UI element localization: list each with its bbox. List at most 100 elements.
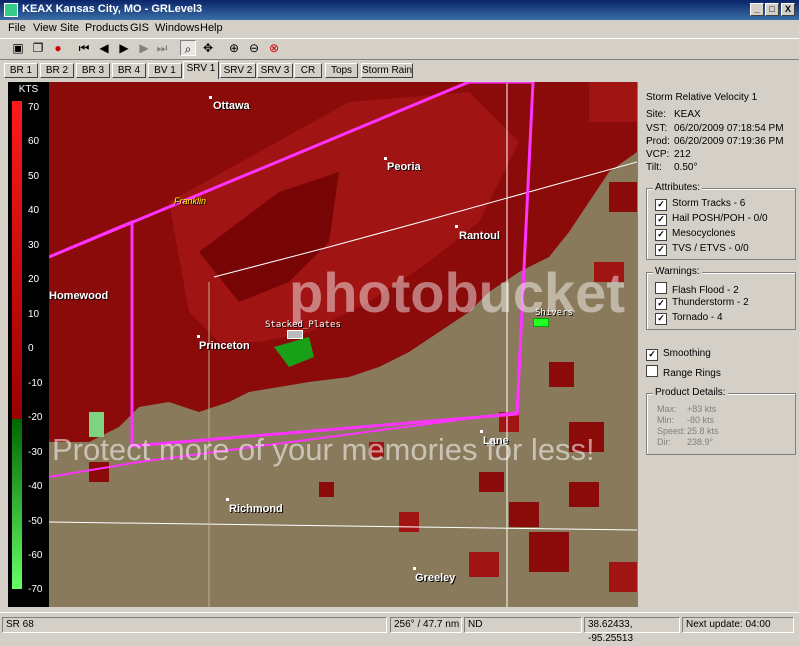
attribute-tvs[interactable]: ✓ TVS / ETVS - 0/0 bbox=[655, 243, 749, 256]
maximize-button[interactable]: □ bbox=[765, 3, 779, 16]
scale-unit: KTS bbox=[18, 84, 39, 95]
app-icon bbox=[4, 3, 18, 17]
last-frame-icon[interactable]: ⏭ bbox=[154, 40, 170, 56]
menu-view[interactable]: View bbox=[33, 22, 57, 34]
tab-tops[interactable]: Tops bbox=[325, 63, 358, 78]
play-icon[interactable]: ▶ bbox=[116, 40, 132, 56]
city-dot bbox=[384, 157, 387, 160]
close-button[interactable]: X bbox=[781, 3, 795, 16]
previous-frame-icon[interactable]: ◀ bbox=[96, 40, 112, 56]
checkbox-unchecked-icon[interactable] bbox=[646, 365, 658, 377]
tab-br2[interactable]: BR 2 bbox=[40, 63, 74, 78]
checkbox-checked-icon[interactable]: ✓ bbox=[655, 244, 667, 256]
minimize-button[interactable]: _ bbox=[750, 3, 764, 16]
tab-br1[interactable]: BR 1 bbox=[4, 63, 38, 78]
velocity-cell bbox=[569, 422, 604, 452]
velocity-echo-light-green bbox=[89, 412, 104, 437]
city-peoria: Peoria bbox=[387, 161, 421, 173]
product-panel: Storm Relative Velocity 1 Site: KEAX VST… bbox=[637, 82, 799, 607]
spotter-vehicle-icon[interactable] bbox=[533, 318, 549, 327]
details-title: Product Details: bbox=[653, 387, 728, 398]
attribute-hail[interactable]: ✓ Hail POSH/POH - 0/0 bbox=[655, 213, 768, 226]
radar-map[interactable]: Ottawa Peoria Rantoul Homewood Princeton… bbox=[49, 82, 637, 607]
open-icon[interactable]: ▣ bbox=[10, 40, 26, 56]
scale-tick: 20 bbox=[28, 274, 40, 285]
city-richmond: Richmond bbox=[229, 503, 283, 515]
tilt-value: 0.50° bbox=[674, 162, 698, 173]
scale-tick: -10 bbox=[28, 378, 43, 389]
city-dot bbox=[413, 567, 416, 570]
details-min-label: Min: bbox=[657, 415, 675, 425]
velocity-cell bbox=[509, 502, 539, 527]
menu-bar: File View Site Products GIS Windows Help bbox=[0, 20, 799, 38]
velocity-cell bbox=[479, 472, 504, 492]
velocity-cell bbox=[469, 552, 499, 577]
zoom-out-icon[interactable]: ⊖ bbox=[246, 40, 262, 56]
zoom-in-icon[interactable]: ⊕ bbox=[226, 40, 242, 56]
warning-flash-flood[interactable]: Flash Flood - 2 bbox=[655, 282, 739, 296]
record-icon[interactable]: ● bbox=[50, 40, 66, 56]
warning-thunderstorm[interactable]: ✓ Thunderstorm - 2 bbox=[655, 297, 749, 310]
warning-tornado[interactable]: ✓ Tornado - 4 bbox=[655, 312, 723, 325]
checkbox-checked-icon[interactable]: ✓ bbox=[655, 229, 667, 241]
pan-icon[interactable]: ✥ bbox=[200, 40, 216, 56]
status-bearing: 256° / 47.7 nm bbox=[390, 617, 462, 633]
velocity-cell bbox=[549, 362, 574, 387]
window-title: KEAX Kansas City, MO - GRLevel3 bbox=[22, 3, 203, 15]
velocity-cell bbox=[609, 182, 637, 212]
copy-icon[interactable]: ❐ bbox=[30, 40, 46, 56]
scale-tick: -70 bbox=[28, 584, 43, 595]
city-lane: Lane bbox=[483, 435, 509, 447]
scale-tick: -30 bbox=[28, 447, 43, 458]
spotter-vehicle-icon[interactable] bbox=[287, 330, 303, 339]
tab-bv1[interactable]: BV 1 bbox=[148, 63, 182, 78]
product-details-group: Product Details: Max: +83 kts Min: -80 k… bbox=[646, 387, 796, 455]
scale-tick: 0 bbox=[28, 343, 34, 354]
smoothing-option[interactable]: ✓ Smoothing bbox=[646, 348, 711, 361]
next-frame-icon[interactable]: ▶ bbox=[136, 40, 152, 56]
checkbox-checked-icon[interactable]: ✓ bbox=[655, 313, 667, 325]
county-line bbox=[49, 521, 637, 531]
prod-value: 06/20/2009 07:19:36 PM bbox=[674, 136, 784, 147]
velocity-cell bbox=[569, 482, 599, 507]
zoom-icon[interactable]: ⌕ bbox=[180, 40, 196, 56]
first-frame-icon[interactable]: ⏮ bbox=[76, 40, 92, 56]
title-bar: KEAX Kansas City, MO - GRLevel3 _ □ X bbox=[0, 0, 799, 20]
menu-windows[interactable]: Windows bbox=[155, 22, 200, 34]
velocity-cell bbox=[399, 512, 419, 532]
checkbox-unchecked-icon[interactable] bbox=[655, 282, 667, 294]
tab-cr[interactable]: CR bbox=[294, 63, 322, 78]
checkbox-checked-icon[interactable]: ✓ bbox=[655, 214, 667, 226]
velocity-cell bbox=[529, 532, 569, 572]
menu-file[interactable]: File bbox=[8, 22, 26, 34]
menu-help[interactable]: Help bbox=[200, 22, 223, 34]
city-dot bbox=[197, 335, 200, 338]
checkbox-checked-icon[interactable]: ✓ bbox=[655, 199, 667, 211]
scale-tick: -20 bbox=[28, 412, 43, 423]
checkbox-checked-icon[interactable]: ✓ bbox=[646, 349, 658, 361]
tab-br4[interactable]: BR 4 bbox=[112, 63, 146, 78]
details-max-label: Max: bbox=[657, 404, 677, 414]
status-next-update: Next update: 04:00 bbox=[682, 617, 794, 633]
city-dot bbox=[209, 96, 212, 99]
attribute-storm-tracks[interactable]: ✓ Storm Tracks - 6 bbox=[655, 198, 745, 211]
tab-srv1[interactable]: SRV 1 bbox=[183, 61, 219, 79]
checkbox-checked-icon[interactable]: ✓ bbox=[655, 298, 667, 310]
zoom-reset-icon[interactable]: ⊗ bbox=[266, 40, 282, 56]
spotter-label-shivers: Shivers bbox=[535, 308, 573, 318]
tab-storm-rain[interactable]: Storm Rain bbox=[361, 63, 413, 78]
city-franklin: Franklin bbox=[174, 196, 207, 206]
scale-tick: -60 bbox=[28, 550, 43, 561]
menu-gis[interactable]: GIS bbox=[130, 22, 149, 34]
tab-srv3[interactable]: SRV 3 bbox=[257, 63, 293, 78]
velocity-cell bbox=[609, 562, 637, 592]
attribute-mesocyclones[interactable]: ✓ Mesocyclones bbox=[655, 228, 735, 241]
menu-products[interactable]: Products bbox=[85, 22, 128, 34]
range-rings-option[interactable]: Range Rings bbox=[646, 365, 721, 379]
menu-site[interactable]: Site bbox=[60, 22, 79, 34]
warnings-group: Warnings: Flash Flood - 2 ✓ Thunderstorm … bbox=[646, 266, 796, 330]
tab-br3[interactable]: BR 3 bbox=[76, 63, 110, 78]
scale-inbound-bar bbox=[12, 101, 22, 419]
vcp-value: 212 bbox=[674, 149, 691, 160]
tab-srv2[interactable]: SRV 2 bbox=[220, 63, 256, 78]
